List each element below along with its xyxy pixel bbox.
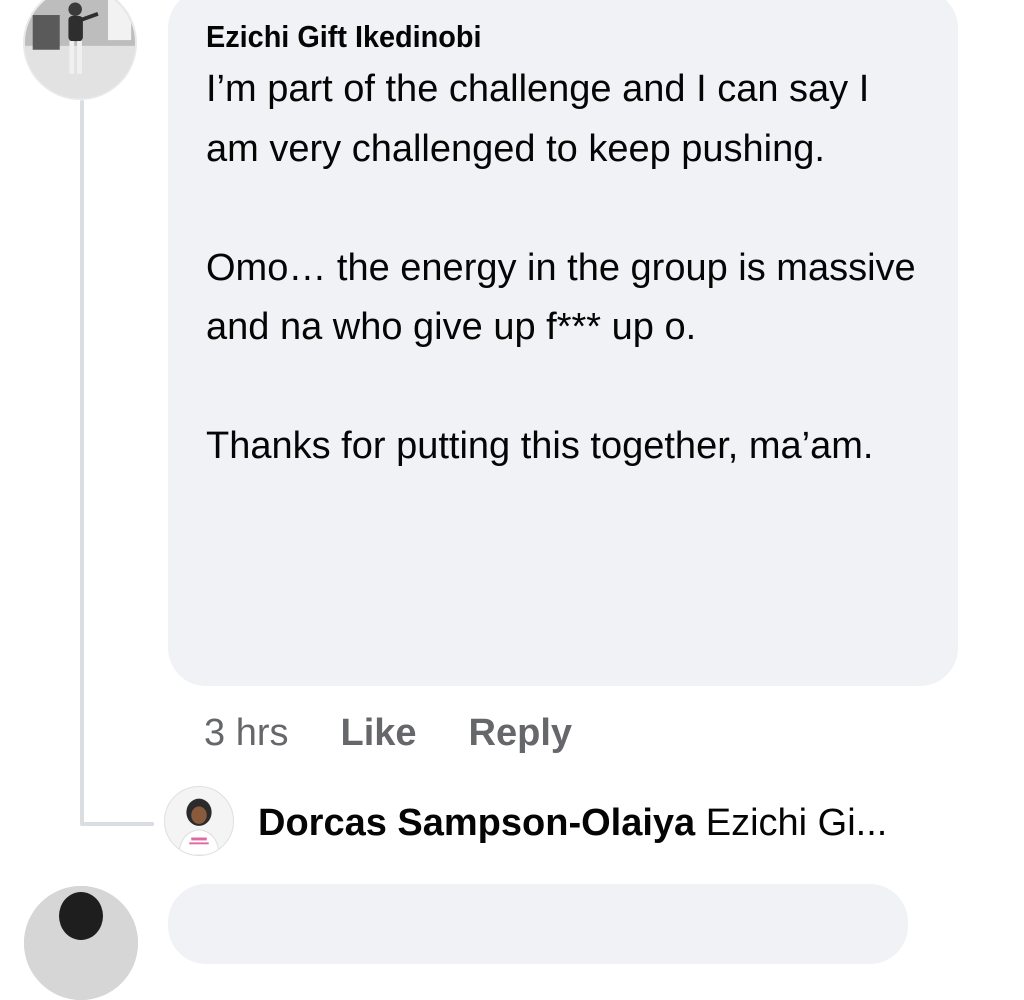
comment-timestamp[interactable]: 3 hrs	[204, 712, 288, 755]
thread-connector-elbow	[80, 822, 154, 826]
comment-paragraph: I’m part of the challenge and I can say …	[206, 68, 870, 170]
next-comment-bubble[interactable]	[168, 884, 908, 964]
next-commenter-avatar[interactable]	[24, 886, 138, 1000]
reply-author-name[interactable]: Dorcas Sampson-Olaiya	[258, 802, 695, 844]
reply-button[interactable]: Reply	[469, 712, 572, 755]
comment-paragraph: Omo… the energy in the group is massive …	[206, 246, 916, 349]
reply-snippet: Ezichi Gi...	[705, 802, 888, 844]
reply-author-avatar[interactable]	[164, 786, 234, 856]
comment-bubble[interactable]: Ezichi Gift Ikedinobi I’m part of the ch…	[168, 0, 958, 686]
comment-paragraph: Thanks for putting this together, ma’am.	[206, 425, 874, 467]
comment-actions: 3 hrs Like Reply	[204, 710, 624, 756]
commenter-avatar[interactable]	[23, 0, 137, 100]
profile-photo-icon	[24, 886, 138, 1000]
like-button[interactable]: Like	[340, 712, 416, 755]
profile-photo-icon	[165, 787, 233, 855]
thread-connector-line	[80, 100, 84, 826]
reply-preview[interactable]: Dorcas Sampson-Olaiya Ezichi Gi...	[258, 800, 887, 846]
profile-photo-icon	[25, 0, 135, 98]
comment-body: I’m part of the challenge and I can say …	[206, 60, 928, 477]
comment-author-name[interactable]: Ezichi Gift Ikedinobi	[206, 18, 877, 56]
